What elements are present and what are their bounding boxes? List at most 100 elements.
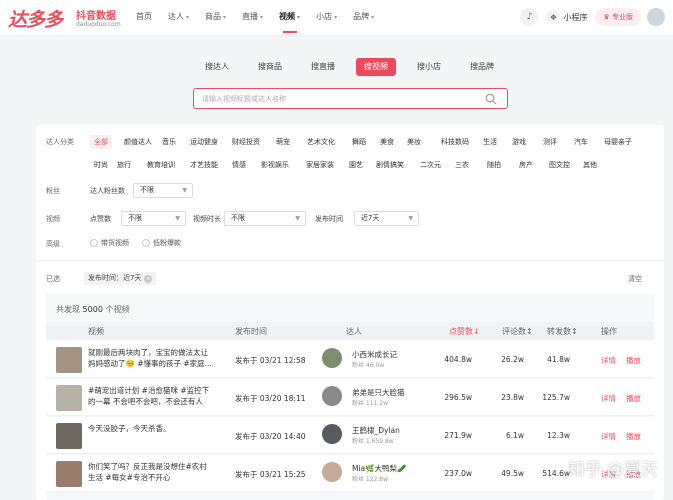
category-tag[interactable]: 图文控 xyxy=(545,158,574,172)
mini-program-button[interactable]: ❖ 小程序 xyxy=(546,10,587,24)
nav-item-4[interactable]: 视频 ▾ xyxy=(271,0,308,36)
video-title[interactable]: 你们笑了吗？反正我是没想住#农村生活 #每女#专治不开心 xyxy=(88,461,212,483)
search-tab-0[interactable]: 搜达人 xyxy=(197,58,237,76)
search-input[interactable] xyxy=(202,93,472,105)
category-tag[interactable]: 科技数码 xyxy=(437,135,473,149)
nav-item-3[interactable]: 直播 ▾ xyxy=(234,0,271,36)
category-tag[interactable]: 園艺 xyxy=(345,158,367,172)
duration-select[interactable]: 不限 ▼ xyxy=(224,211,306,226)
search-tab-1[interactable]: 搜商品 xyxy=(250,58,290,76)
author-avatar[interactable] xyxy=(322,348,342,368)
category-tag[interactable]: 全部 xyxy=(90,135,112,149)
category-tag[interactable]: 时尚 xyxy=(90,158,112,172)
category-tag[interactable]: 家居家装 xyxy=(302,158,338,172)
category-tag[interactable]: 房产 xyxy=(515,158,537,172)
category-tag[interactable]: 艺术文化 xyxy=(303,135,339,149)
nav-item-5[interactable]: 小店 ▾ xyxy=(308,0,345,36)
table-row: 今天没胶子，今天杀香。发布于 03/20 14:40 王鹤棣_Dylan 粉丝 1,… xyxy=(46,417,654,454)
publish-label: 发布时间 xyxy=(315,215,343,223)
user-avatar[interactable] xyxy=(647,8,665,26)
category-tag[interactable]: 才艺技能 xyxy=(186,158,222,172)
video-title[interactable]: 就刚最后两块肉了，宝宝的做法太让妈妈感动了🥺 #懂事的孩子 #家庭... xyxy=(88,347,212,369)
author-fans: 粉丝 122.8w xyxy=(352,476,388,483)
detail-link[interactable]: 详情 xyxy=(601,431,616,442)
category-label: 达人分类 xyxy=(46,138,74,146)
pro-badge[interactable]: ♛ 专业版 xyxy=(595,8,641,26)
play-link[interactable]: 播放 xyxy=(626,431,641,442)
clear-button[interactable]: 清空 xyxy=(628,274,642,284)
publish-select[interactable]: 近7天 ▼ xyxy=(354,211,419,226)
play-link[interactable]: 播放 xyxy=(626,393,641,404)
search-tab-5[interactable]: 搜品牌 xyxy=(462,58,502,76)
author-name[interactable]: Mia🌿大鸭梨🥒 xyxy=(352,463,406,474)
nav-item-1[interactable]: 达人 ▾ xyxy=(160,0,197,36)
bell-icon[interactable]: ♪ xyxy=(520,8,539,26)
category-tag[interactable]: 旅行 xyxy=(113,158,135,172)
detail-link[interactable]: 详情 xyxy=(601,355,616,366)
category-tag[interactable]: 剧情搞笑 xyxy=(372,158,408,172)
category-tag[interactable]: 随拍 xyxy=(483,158,505,172)
count-suffix: 个视频 xyxy=(105,305,130,314)
nav-item-6[interactable]: 品牌 ▾ xyxy=(345,0,382,36)
nav-item-2[interactable]: 商品 ▾ xyxy=(197,0,234,36)
category-tag[interactable]: 二次元 xyxy=(416,158,445,172)
adv-option-2[interactable]: 低粉爆款 xyxy=(142,238,181,248)
nav-item-label: 品牌 xyxy=(353,12,370,21)
fans-select[interactable]: 不限 ▼ xyxy=(133,183,193,198)
category-tag[interactable]: 舞蹈 xyxy=(348,135,370,149)
author-avatar[interactable] xyxy=(322,386,342,406)
video-thumbnail[interactable] xyxy=(56,385,82,411)
search-tab-4[interactable]: 搜小店 xyxy=(409,58,449,76)
category-tag[interactable]: 美妆 xyxy=(403,135,425,149)
category-tag[interactable]: 影视娱乐 xyxy=(257,158,293,172)
author-avatar[interactable] xyxy=(322,424,342,444)
video-title[interactable]: 今天没胶子，今天杀香。 xyxy=(88,423,212,434)
adv-option-1[interactable]: 带货视频 xyxy=(90,238,129,248)
likes-value: 237.0w xyxy=(444,469,472,478)
likes-value: 271.9w xyxy=(444,431,472,440)
category-tag[interactable]: 运动健身 xyxy=(186,135,222,149)
category-tag[interactable]: 颜值达人 xyxy=(120,135,156,149)
author-fans: 粉丝 1,659.8w xyxy=(352,438,394,445)
play-link[interactable]: 播放 xyxy=(626,355,641,366)
nav-item-0[interactable]: 首页 xyxy=(128,0,160,36)
author-avatar[interactable] xyxy=(322,462,342,482)
count-prefix: 共发现 xyxy=(56,305,80,314)
likes-value: 296.5w xyxy=(444,393,472,402)
search-icon[interactable] xyxy=(485,93,497,105)
search-tab-3[interactable]: 搜视频 xyxy=(356,58,396,76)
author-name[interactable]: 王鹤棣_Dylan xyxy=(352,425,400,436)
author-name[interactable]: 弟弟是只大脸猫 xyxy=(352,387,405,398)
category-tag[interactable]: 其他 xyxy=(579,158,601,172)
category-tag[interactable]: 音乐 xyxy=(158,135,180,149)
category-tag[interactable]: 萌宠 xyxy=(272,135,294,149)
category-tag[interactable]: 生活 xyxy=(479,135,501,149)
close-icon[interactable]: ✕ xyxy=(144,275,153,283)
count-value: 5000 xyxy=(82,305,103,314)
category-tag[interactable]: 情感 xyxy=(228,158,250,172)
category-tag[interactable]: 母婴亲子 xyxy=(600,135,636,149)
selected-chip[interactable]: 发布时间：近7天 ✕ xyxy=(84,272,157,285)
likes-select[interactable]: 不限 ▼ xyxy=(121,211,186,226)
publish-date: 发布于 03/20 14:40 xyxy=(235,432,306,441)
video-title[interactable]: #萌宠出道计划 #治愈猫咪 #监控下的一幕 不会吧不会吧，不会还有人没... xyxy=(88,385,212,408)
col-likes[interactable]: 点赞数↓ xyxy=(449,326,480,337)
col-shares-label: 转发数 xyxy=(547,327,571,336)
category-tag[interactable]: 财经投资 xyxy=(228,135,264,149)
author-name[interactable]: 小西米成长记 xyxy=(352,349,397,360)
col-shares[interactable]: 转发数↕ xyxy=(547,326,578,337)
video-thumbnail[interactable] xyxy=(56,347,82,373)
category-tag[interactable]: 测评 xyxy=(539,135,561,149)
col-comments[interactable]: 评论数↕ xyxy=(502,326,533,337)
chevron-down-icon: ▾ xyxy=(186,14,190,21)
category-tag[interactable]: 游戏 xyxy=(508,135,530,149)
video-thumbnail[interactable] xyxy=(56,461,82,487)
category-tag[interactable]: 汽车 xyxy=(570,135,592,149)
search-box xyxy=(193,88,508,109)
category-tag[interactable]: 教育培训 xyxy=(143,158,179,172)
detail-link[interactable]: 详情 xyxy=(601,393,616,404)
category-tag[interactable]: 三农 xyxy=(451,158,473,172)
search-tab-2[interactable]: 搜直播 xyxy=(303,58,343,76)
video-thumbnail[interactable] xyxy=(56,423,82,449)
category-tag[interactable]: 美食 xyxy=(376,135,398,149)
